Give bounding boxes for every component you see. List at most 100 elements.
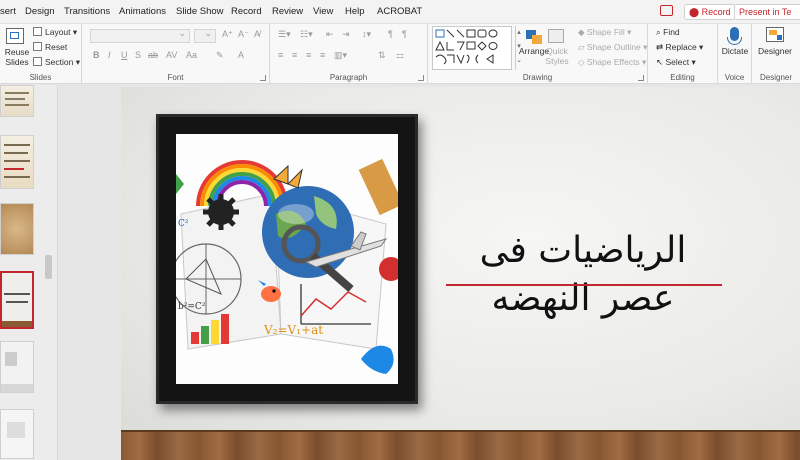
char-spacing-icon[interactable]: AV — [166, 50, 177, 60]
clear-format-icon[interactable]: A̸ — [254, 29, 260, 39]
formula-pythagoras: b²=C² — [178, 302, 206, 312]
tab-transitions[interactable]: Transitions — [64, 6, 110, 17]
reset-button[interactable]: Reset — [33, 42, 67, 52]
slides-group-label: Slides — [29, 73, 52, 82]
italic-icon[interactable]: I — [108, 50, 111, 60]
microphone-stand — [727, 37, 742, 45]
shape-fill-button[interactable]: ◆ Shape Fill ▾ — [578, 27, 631, 38]
slide-title[interactable]: الرياضيات فى عصر النهضه — [443, 227, 723, 323]
drawing-dialog-launcher-icon[interactable] — [638, 75, 644, 81]
layout-button[interactable]: Layout ▾ — [33, 27, 77, 38]
bullets-icon[interactable]: ☰▾ — [278, 29, 291, 40]
font-dialog-launcher-icon[interactable] — [260, 75, 266, 81]
title-underline — [446, 284, 722, 286]
slide-thumbnail[interactable] — [0, 203, 34, 255]
font-name-combo[interactable] — [90, 28, 190, 43]
arrange-icon[interactable] — [522, 30, 546, 46]
reuse-slides-icon[interactable] — [6, 28, 24, 44]
picture-frame[interactable]: V₂=V₁+at C² b²=C² — [156, 114, 418, 404]
increase-indent-icon[interactable]: ⇥ — [342, 29, 350, 40]
tab-acrobat[interactable]: ACROBAT — [377, 6, 422, 17]
slide-thumbnail-pane[interactable] — [0, 85, 58, 460]
paragraph-dialog-launcher-icon[interactable] — [418, 75, 424, 81]
ribbon: Reuse Slides Layout ▾ Reset Section ▾ Sl… — [0, 24, 800, 84]
underline-icon[interactable]: U — [121, 50, 128, 60]
slide-thumbnail[interactable] — [0, 135, 34, 189]
formula-c-squared: C² — [178, 219, 189, 229]
increase-font-icon[interactable]: A⁺ — [222, 29, 233, 40]
shapes-gallery[interactable] — [432, 26, 512, 70]
section-button[interactable]: Section ▾ — [33, 57, 80, 68]
editing-group-label: Editing — [670, 73, 695, 82]
formula-velocity: V₂=V₁+at — [263, 323, 323, 337]
numbering-icon[interactable]: ☷▾ — [300, 29, 313, 40]
editing-group: ⌕ Find ⇄ Replace ▾ ↖ Select ▾ Editing — [648, 24, 718, 84]
replace-button[interactable]: ⇄ Replace ▾ — [656, 42, 703, 53]
shape-effects-button[interactable]: ◇ Shape Effects ▾ — [578, 57, 646, 68]
font-color-icon[interactable]: A — [238, 50, 244, 60]
tab-record[interactable]: Record — [231, 6, 262, 17]
layout-icon — [33, 27, 42, 36]
tab-view[interactable]: View — [313, 6, 333, 17]
change-case-icon[interactable]: Aa — [186, 50, 197, 60]
slide-title-line1: الرياضيات فى — [479, 230, 687, 271]
quick-styles-icon[interactable] — [548, 29, 564, 43]
slide-thumbnail[interactable] — [0, 409, 34, 459]
drawing-group: ▴ ▾ ⌄ Arrange Quick Styles ◆ Shape Fill ▾ … — [428, 24, 648, 84]
tab-animations[interactable]: Animations — [119, 6, 166, 17]
present-button[interactable]: Present in Te — [734, 4, 800, 20]
tab-slide-show[interactable]: Slide Show — [176, 6, 224, 17]
text-direction-icon[interactable]: ⇅ — [378, 50, 386, 61]
decrease-indent-icon[interactable]: ⇤ — [326, 29, 334, 40]
font-group-label: Font — [167, 73, 184, 82]
tab-review[interactable]: Review — [272, 6, 303, 17]
designer-icon[interactable] — [766, 27, 784, 42]
slide-title-line2: عصر النهضه — [491, 278, 675, 319]
align-left-icon[interactable]: ≡ — [278, 50, 283, 60]
align-right-icon[interactable]: ≡ — [306, 50, 311, 60]
shape-fill-icon: ◆ — [578, 27, 587, 37]
find-button[interactable]: ⌕ Find — [656, 27, 680, 38]
dictate-button[interactable]: Dictate — [718, 46, 752, 56]
reset-icon — [33, 42, 42, 51]
designer-group-label: Designer — [759, 73, 792, 82]
shape-outline-button[interactable]: ▱ Shape Outline ▾ — [578, 42, 647, 53]
drawing-group-label: Drawing — [522, 73, 553, 82]
select-button[interactable]: ↖ Select ▾ — [656, 57, 696, 68]
strikethrough-icon[interactable]: ab — [148, 50, 158, 60]
section-icon — [33, 57, 42, 66]
ltr-icon[interactable]: ¶ — [402, 29, 407, 39]
columns-icon[interactable]: ▥▾ — [334, 50, 347, 61]
thumbnail-scrollbar[interactable] — [45, 255, 52, 279]
tab-design[interactable]: Design — [25, 6, 55, 17]
designer-button[interactable]: Designer — [752, 46, 798, 56]
line-spacing-icon[interactable]: ↕▾ — [362, 29, 371, 40]
tab-insert[interactable]: sert — [0, 6, 16, 17]
rtl-icon[interactable]: ¶ — [388, 29, 393, 39]
bold-icon[interactable]: B — [93, 50, 100, 60]
tab-help[interactable]: Help — [345, 6, 365, 17]
slides-group: Reuse Slides Layout ▾ Reset Section ▾ Sl… — [0, 24, 82, 84]
shadow-icon[interactable]: S — [135, 50, 141, 60]
menu-bar: sert Design Transitions Animations Slide… — [0, 0, 800, 24]
reuse-slides-button[interactable]: Reuse Slides — [2, 47, 32, 67]
smartart-icon[interactable]: ⚏ — [396, 50, 404, 61]
shape-outline-icon: ▱ — [578, 42, 587, 52]
designer-group: Designer Designer — [752, 24, 800, 84]
font-size-combo[interactable] — [194, 28, 216, 43]
comments-icon[interactable] — [660, 5, 673, 16]
record-button[interactable]: ⬤ Record — [684, 4, 736, 20]
slide[interactable]: V₂=V₁+at C² b²=C² الرياضيات فى عصر النهض… — [121, 87, 800, 460]
voice-group: Dictate Voice — [718, 24, 752, 84]
shape-effects-icon: ◇ — [578, 57, 587, 67]
decrease-font-icon[interactable]: A⁻ — [238, 29, 249, 40]
slide-thumbnail[interactable] — [0, 85, 34, 117]
math-collage-picture[interactable]: V₂=V₁+at C² b²=C² — [176, 134, 398, 384]
slide-thumbnail-active[interactable] — [0, 271, 34, 329]
slide-thumbnail[interactable] — [0, 341, 34, 393]
align-center-icon[interactable]: ≡ — [292, 50, 297, 60]
highlight-icon[interactable]: ✎ — [216, 50, 224, 61]
wooden-floor — [121, 430, 800, 460]
justify-icon[interactable]: ≡ — [320, 50, 325, 60]
quick-styles-button[interactable]: Quick Styles — [542, 46, 572, 66]
